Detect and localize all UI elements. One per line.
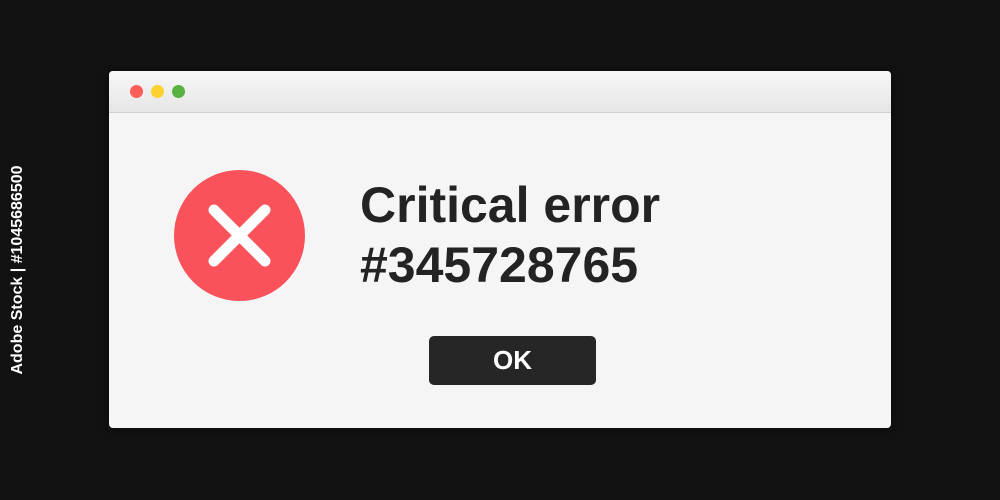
cross-icon: [208, 204, 271, 267]
error-title: Critical error: [360, 177, 661, 233]
error-x-icon: [174, 170, 305, 301]
error-code: #345728765: [360, 237, 639, 293]
stock-id-watermark: Adobe Stock | #1045686500: [0, 40, 36, 500]
error-dialog-window: Critical error #345728765 OK: [109, 71, 891, 428]
minimize-window-button[interactable]: [151, 85, 164, 98]
close-window-button[interactable]: [130, 85, 143, 98]
ok-button[interactable]: OK: [429, 336, 596, 385]
error-message: Critical error #345728765: [360, 175, 660, 295]
screen: Adobe Stock | #1045686500 Critical error…: [0, 0, 1000, 500]
zoom-window-button[interactable]: [172, 85, 185, 98]
stock-id-text: Adobe Stock | #1045686500: [9, 165, 26, 375]
window-title-bar[interactable]: [109, 71, 891, 113]
